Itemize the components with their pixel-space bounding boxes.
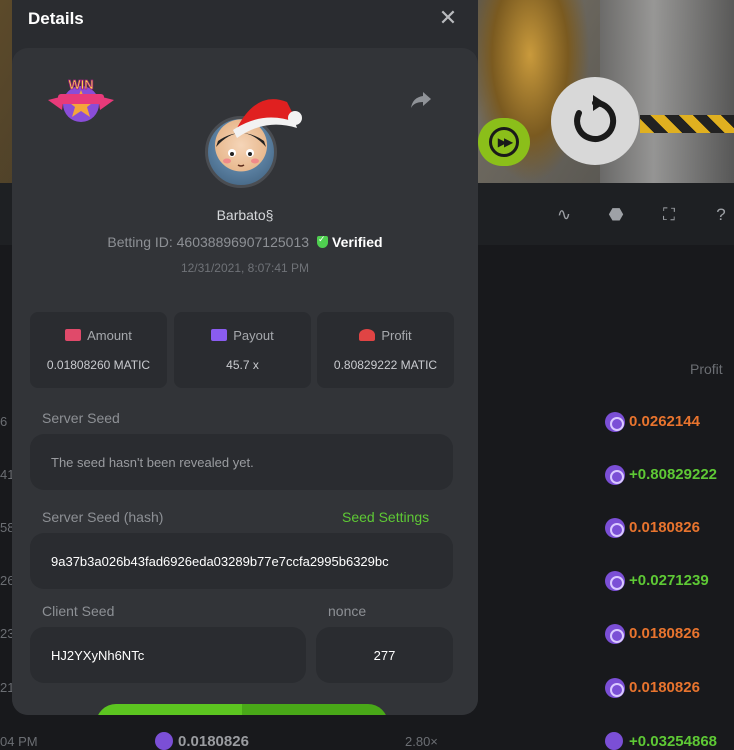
santa-hat-icon: [233, 99, 302, 138]
row-cell: 6: [0, 414, 8, 429]
fast-forward-button[interactable]: ▶▶: [478, 118, 530, 166]
hazard-stripe: [640, 115, 734, 133]
row-profit: 0.0180826: [629, 679, 700, 696]
matic-coin-icon: [605, 412, 625, 432]
verified-shield-icon: [317, 234, 329, 248]
profit-hand-icon: [359, 329, 376, 341]
stat-value: 0.80829222 MATIC: [333, 358, 438, 372]
fast-forward-icon: ▶▶: [489, 127, 519, 157]
username: Barbato§: [216, 207, 274, 223]
seed-settings-link[interactable]: Seed Settings: [342, 509, 429, 525]
matic-coin-icon: [605, 624, 625, 644]
row-profit: +0.0271239: [629, 572, 709, 589]
stat-label: Profit: [381, 328, 412, 343]
acorn-icon[interactable]: ⬣: [606, 205, 626, 225]
client-seed-field[interactable]: HJ2YXyNh6NTc: [30, 627, 306, 683]
matic-coin-icon: [605, 678, 625, 698]
details-modal: Details ✕ WIN Barbato§ Betting ID: 46038…: [12, 0, 478, 715]
row-profit: 0.0180826: [629, 625, 700, 642]
row-multiplier: 2.80×: [405, 734, 438, 749]
bet-row[interactable]: 04 PM 0.0180826 2.80× +0.03254868: [0, 730, 734, 750]
stat-label: Payout: [233, 328, 274, 343]
nonce-field[interactable]: 277: [316, 627, 453, 683]
server-seed-hash-field[interactable]: 9a37b3a026b43fad6926eda03289b77e7ccfa299…: [30, 533, 453, 589]
row-profit: 0.0180826: [629, 519, 700, 536]
stat-value: 45.7 x: [226, 358, 259, 372]
server-seed-field[interactable]: The seed hasn't been revealed yet.: [30, 434, 453, 490]
server-seed-label: Server Seed: [42, 410, 120, 426]
profit-stat: Profit 0.80829222 MATIC: [317, 312, 454, 388]
modal-header: Details ✕: [12, 0, 478, 40]
share-arrow-icon[interactable]: [410, 90, 432, 110]
payout-stat: Payout 45.7 x: [174, 312, 311, 388]
matic-coin-icon: [605, 518, 625, 538]
replay-button[interactable]: [551, 77, 639, 165]
server-seed-hash-label: Server Seed (hash): [42, 509, 164, 525]
win-badge-text: WIN: [68, 77, 93, 92]
stat-label: Amount: [87, 328, 132, 343]
row-amount: 0.0180826: [178, 733, 249, 750]
row-time: 04 PM: [0, 734, 38, 749]
verify-button[interactable]: [96, 704, 388, 715]
card-icon: [211, 329, 228, 341]
wallet-icon: [65, 329, 82, 341]
fullscreen-icon[interactable]: ⛶: [659, 205, 679, 225]
bet-timestamp: 12/31/2021, 8:07:41 PM: [180, 261, 310, 275]
matic-coin-icon: [605, 732, 623, 750]
row-profit: +0.80829222: [629, 466, 718, 483]
amount-stat: Amount 0.01808260 MATIC: [30, 312, 167, 388]
client-seed-label: Client Seed: [42, 603, 115, 619]
verified-label: Verified: [332, 234, 383, 250]
profit-column-header: Profit: [690, 361, 723, 377]
row-profit: +0.03254868: [629, 733, 718, 750]
betting-id: Betting ID: 460388969071250​13: [107, 234, 310, 250]
replay-icon: [574, 95, 617, 142]
chart-icon[interactable]: ∿: [554, 205, 574, 225]
stat-value: 0.01808260 MATIC: [46, 358, 151, 372]
close-icon[interactable]: ✕: [438, 7, 458, 29]
row-profit: 0.0262144: [629, 413, 700, 430]
matic-coin-icon: [605, 571, 625, 591]
nonce-label: nonce: [328, 603, 367, 619]
matic-coin-icon: [155, 732, 173, 750]
modal-title: Details: [28, 9, 84, 28]
help-icon[interactable]: ?: [711, 205, 731, 225]
matic-coin-icon: [605, 465, 625, 485]
bet-details-card: WIN Barbato§ Betting ID: 460388969071250…: [12, 48, 478, 715]
betting-id-row: Betting ID: 460388969071250​13 Verified: [12, 234, 478, 250]
win-badge-icon: WIN: [48, 77, 114, 122]
